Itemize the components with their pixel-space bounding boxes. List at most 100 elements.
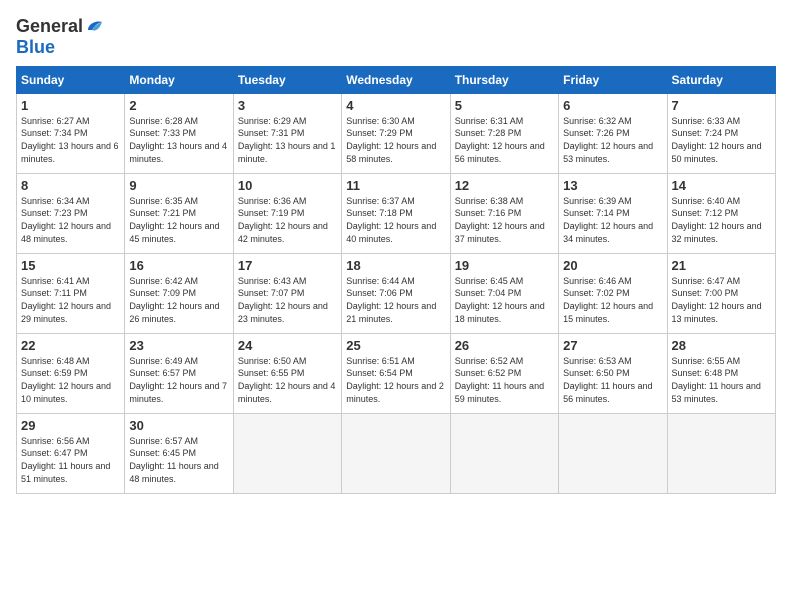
calendar-day: 8 Sunrise: 6:34 AM Sunset: 7:23 PM Dayli… xyxy=(17,173,125,253)
day-number: 21 xyxy=(672,258,771,273)
calendar-week-row: 1 Sunrise: 6:27 AM Sunset: 7:34 PM Dayli… xyxy=(17,93,776,173)
calendar-day: 26 Sunrise: 6:52 AM Sunset: 6:52 PM Dayl… xyxy=(450,333,558,413)
page-header: General Blue xyxy=(16,16,776,58)
day-number: 7 xyxy=(672,98,771,113)
calendar-day: 5 Sunrise: 6:31 AM Sunset: 7:28 PM Dayli… xyxy=(450,93,558,173)
calendar-day xyxy=(667,413,775,493)
day-info: Sunrise: 6:53 AM Sunset: 6:50 PM Dayligh… xyxy=(563,355,662,405)
day-number: 17 xyxy=(238,258,337,273)
calendar-day: 23 Sunrise: 6:49 AM Sunset: 6:57 PM Dayl… xyxy=(125,333,233,413)
day-header-sunday: Sunday xyxy=(17,66,125,93)
day-info: Sunrise: 6:51 AM Sunset: 6:54 PM Dayligh… xyxy=(346,355,445,405)
day-number: 26 xyxy=(455,338,554,353)
day-info: Sunrise: 6:41 AM Sunset: 7:11 PM Dayligh… xyxy=(21,275,120,325)
day-info: Sunrise: 6:33 AM Sunset: 7:24 PM Dayligh… xyxy=(672,115,771,165)
calendar-day: 20 Sunrise: 6:46 AM Sunset: 7:02 PM Dayl… xyxy=(559,253,667,333)
day-number: 14 xyxy=(672,178,771,193)
day-info: Sunrise: 6:30 AM Sunset: 7:29 PM Dayligh… xyxy=(346,115,445,165)
calendar-day xyxy=(559,413,667,493)
day-info: Sunrise: 6:48 AM Sunset: 6:59 PM Dayligh… xyxy=(21,355,120,405)
logo-text: General Blue xyxy=(16,16,107,58)
calendar-week-row: 8 Sunrise: 6:34 AM Sunset: 7:23 PM Dayli… xyxy=(17,173,776,253)
day-info: Sunrise: 6:36 AM Sunset: 7:19 PM Dayligh… xyxy=(238,195,337,245)
day-info: Sunrise: 6:57 AM Sunset: 6:45 PM Dayligh… xyxy=(129,435,228,485)
day-info: Sunrise: 6:44 AM Sunset: 7:06 PM Dayligh… xyxy=(346,275,445,325)
calendar-day: 6 Sunrise: 6:32 AM Sunset: 7:26 PM Dayli… xyxy=(559,93,667,173)
day-header-saturday: Saturday xyxy=(667,66,775,93)
calendar-week-row: 15 Sunrise: 6:41 AM Sunset: 7:11 PM Dayl… xyxy=(17,253,776,333)
day-number: 20 xyxy=(563,258,662,273)
day-info: Sunrise: 6:35 AM Sunset: 7:21 PM Dayligh… xyxy=(129,195,228,245)
calendar-day xyxy=(233,413,341,493)
day-number: 3 xyxy=(238,98,337,113)
calendar-day: 14 Sunrise: 6:40 AM Sunset: 7:12 PM Dayl… xyxy=(667,173,775,253)
day-number: 12 xyxy=(455,178,554,193)
day-number: 9 xyxy=(129,178,228,193)
day-info: Sunrise: 6:42 AM Sunset: 7:09 PM Dayligh… xyxy=(129,275,228,325)
calendar-day: 10 Sunrise: 6:36 AM Sunset: 7:19 PM Dayl… xyxy=(233,173,341,253)
day-header-monday: Monday xyxy=(125,66,233,93)
day-number: 4 xyxy=(346,98,445,113)
calendar-day: 7 Sunrise: 6:33 AM Sunset: 7:24 PM Dayli… xyxy=(667,93,775,173)
logo-general: General xyxy=(16,16,83,36)
calendar-day: 2 Sunrise: 6:28 AM Sunset: 7:33 PM Dayli… xyxy=(125,93,233,173)
day-info: Sunrise: 6:47 AM Sunset: 7:00 PM Dayligh… xyxy=(672,275,771,325)
day-info: Sunrise: 6:31 AM Sunset: 7:28 PM Dayligh… xyxy=(455,115,554,165)
day-number: 27 xyxy=(563,338,662,353)
day-number: 25 xyxy=(346,338,445,353)
day-info: Sunrise: 6:40 AM Sunset: 7:12 PM Dayligh… xyxy=(672,195,771,245)
day-info: Sunrise: 6:46 AM Sunset: 7:02 PM Dayligh… xyxy=(563,275,662,325)
calendar-day xyxy=(450,413,558,493)
calendar-day: 22 Sunrise: 6:48 AM Sunset: 6:59 PM Dayl… xyxy=(17,333,125,413)
day-number: 29 xyxy=(21,418,120,433)
day-number: 5 xyxy=(455,98,554,113)
day-info: Sunrise: 6:45 AM Sunset: 7:04 PM Dayligh… xyxy=(455,275,554,325)
calendar-week-row: 22 Sunrise: 6:48 AM Sunset: 6:59 PM Dayl… xyxy=(17,333,776,413)
calendar-day: 30 Sunrise: 6:57 AM Sunset: 6:45 PM Dayl… xyxy=(125,413,233,493)
day-header-tuesday: Tuesday xyxy=(233,66,341,93)
calendar-day: 25 Sunrise: 6:51 AM Sunset: 6:54 PM Dayl… xyxy=(342,333,450,413)
day-number: 22 xyxy=(21,338,120,353)
day-number: 2 xyxy=(129,98,228,113)
logo: General Blue xyxy=(16,16,107,58)
calendar-day: 17 Sunrise: 6:43 AM Sunset: 7:07 PM Dayl… xyxy=(233,253,341,333)
day-number: 1 xyxy=(21,98,120,113)
calendar-day: 16 Sunrise: 6:42 AM Sunset: 7:09 PM Dayl… xyxy=(125,253,233,333)
calendar-week-row: 29 Sunrise: 6:56 AM Sunset: 6:47 PM Dayl… xyxy=(17,413,776,493)
day-number: 16 xyxy=(129,258,228,273)
day-info: Sunrise: 6:39 AM Sunset: 7:14 PM Dayligh… xyxy=(563,195,662,245)
day-info: Sunrise: 6:49 AM Sunset: 6:57 PM Dayligh… xyxy=(129,355,228,405)
calendar-day: 11 Sunrise: 6:37 AM Sunset: 7:18 PM Dayl… xyxy=(342,173,450,253)
calendar-day: 13 Sunrise: 6:39 AM Sunset: 7:14 PM Dayl… xyxy=(559,173,667,253)
day-number: 6 xyxy=(563,98,662,113)
day-info: Sunrise: 6:34 AM Sunset: 7:23 PM Dayligh… xyxy=(21,195,120,245)
day-number: 10 xyxy=(238,178,337,193)
day-info: Sunrise: 6:38 AM Sunset: 7:16 PM Dayligh… xyxy=(455,195,554,245)
day-info: Sunrise: 6:32 AM Sunset: 7:26 PM Dayligh… xyxy=(563,115,662,165)
day-number: 8 xyxy=(21,178,120,193)
calendar-day: 15 Sunrise: 6:41 AM Sunset: 7:11 PM Dayl… xyxy=(17,253,125,333)
calendar-day: 1 Sunrise: 6:27 AM Sunset: 7:34 PM Dayli… xyxy=(17,93,125,173)
calendar-day: 9 Sunrise: 6:35 AM Sunset: 7:21 PM Dayli… xyxy=(125,173,233,253)
calendar-table: SundayMondayTuesdayWednesdayThursdayFrid… xyxy=(16,66,776,494)
day-info: Sunrise: 6:56 AM Sunset: 6:47 PM Dayligh… xyxy=(21,435,120,485)
day-number: 28 xyxy=(672,338,771,353)
day-header-wednesday: Wednesday xyxy=(342,66,450,93)
calendar-day: 3 Sunrise: 6:29 AM Sunset: 7:31 PM Dayli… xyxy=(233,93,341,173)
calendar-day: 27 Sunrise: 6:53 AM Sunset: 6:50 PM Dayl… xyxy=(559,333,667,413)
day-number: 19 xyxy=(455,258,554,273)
day-info: Sunrise: 6:28 AM Sunset: 7:33 PM Dayligh… xyxy=(129,115,228,165)
calendar-day: 12 Sunrise: 6:38 AM Sunset: 7:16 PM Dayl… xyxy=(450,173,558,253)
day-number: 30 xyxy=(129,418,228,433)
calendar-day: 18 Sunrise: 6:44 AM Sunset: 7:06 PM Dayl… xyxy=(342,253,450,333)
day-info: Sunrise: 6:43 AM Sunset: 7:07 PM Dayligh… xyxy=(238,275,337,325)
calendar-day: 4 Sunrise: 6:30 AM Sunset: 7:29 PM Dayli… xyxy=(342,93,450,173)
day-info: Sunrise: 6:29 AM Sunset: 7:31 PM Dayligh… xyxy=(238,115,337,165)
logo-blue: Blue xyxy=(16,37,55,57)
day-number: 23 xyxy=(129,338,228,353)
day-number: 24 xyxy=(238,338,337,353)
day-info: Sunrise: 6:52 AM Sunset: 6:52 PM Dayligh… xyxy=(455,355,554,405)
calendar-day: 29 Sunrise: 6:56 AM Sunset: 6:47 PM Dayl… xyxy=(17,413,125,493)
calendar-day: 28 Sunrise: 6:55 AM Sunset: 6:48 PM Dayl… xyxy=(667,333,775,413)
logo-bird-icon xyxy=(84,16,106,38)
